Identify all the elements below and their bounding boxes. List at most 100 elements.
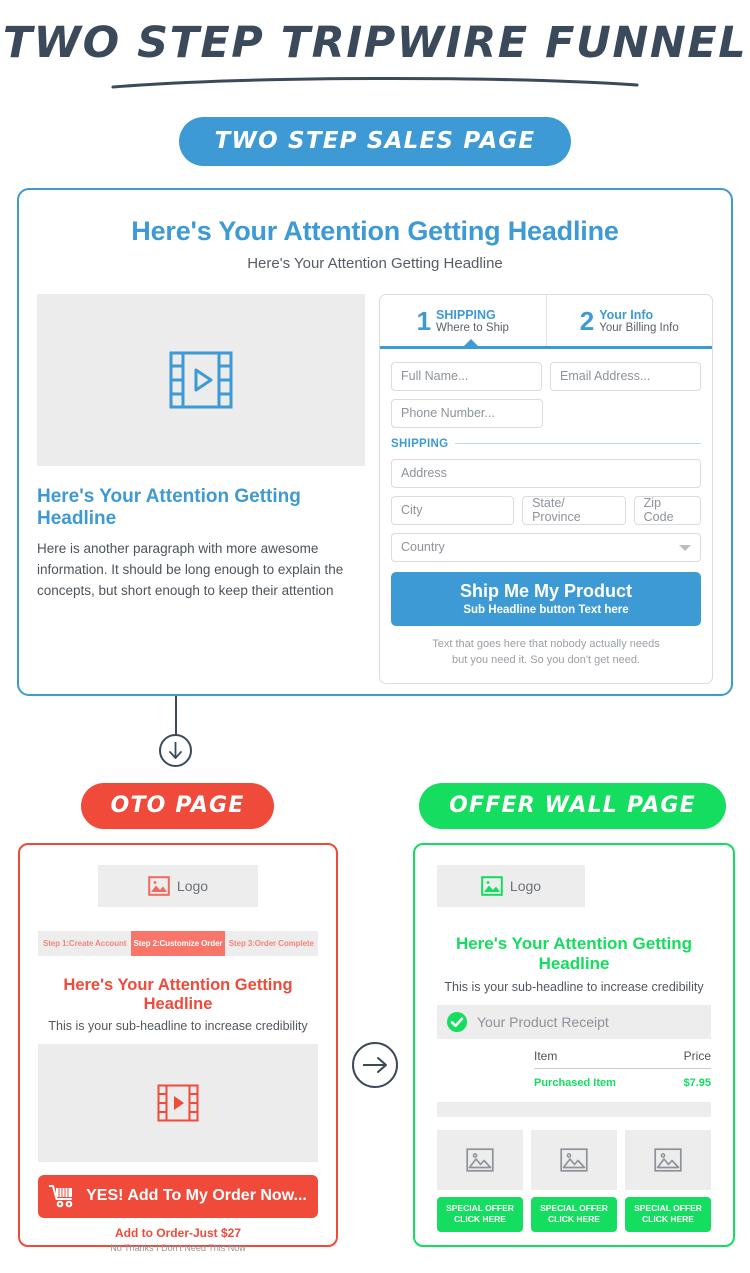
table-cell-item: Purchased Item: [534, 1077, 616, 1089]
offer-wall-page-card: Logo Here's Your Attention Getting Headl…: [413, 843, 735, 1247]
tab-your-info-title: Your Info: [599, 308, 654, 322]
tab-your-info-number: 2: [579, 305, 595, 336]
offer-tile-3-image: [625, 1130, 711, 1190]
badge-oto-page: OTO PAGE: [80, 783, 275, 829]
offer-tile-2-line1: SPECIAL OFFER: [540, 1203, 608, 1213]
title-underline-decoration: [111, 77, 639, 89]
sales-headline: Here's Your Attention Getting Headline: [131, 216, 619, 246]
two-step-sales-page-card: Here's Your Attention Getting Headline H…: [17, 188, 733, 696]
film-play-icon: [157, 1084, 199, 1122]
wall-headline: Here's Your Attention Getting Headline: [455, 934, 693, 973]
order-form: 1 SHIPPING Where to Ship 2 Your Info You…: [379, 294, 713, 684]
image-placeholder-icon: [466, 1148, 494, 1172]
state-input[interactable]: State/ Province: [522, 495, 626, 525]
sales-subheadline: Here's Your Attention Getting Headline: [247, 255, 503, 272]
country-select-wrapper: Country: [391, 532, 701, 562]
wall-logo: Logo: [437, 865, 585, 907]
tab-shipping-subtitle: Where to Ship: [436, 322, 509, 334]
oto-headline: Here's Your Attention Getting Headline: [63, 976, 293, 1013]
image-placeholder-icon: [654, 1148, 682, 1172]
oto-cta-label: YES! Add To My Order Now...: [86, 1187, 307, 1204]
offer-tiles: SPECIAL OFFER CLICK HERE SPECIAL OFFER C…: [437, 1130, 711, 1233]
offer-tile-3-line1: SPECIAL OFFER: [634, 1203, 702, 1213]
wall-logo-label: Logo: [509, 878, 542, 894]
offer-tile-2-button[interactable]: SPECIAL OFFER CLICK HERE: [531, 1197, 617, 1233]
wall-subheadline: This is your sub-headline to increase cr…: [444, 980, 704, 994]
oto-logo: Logo: [98, 865, 258, 907]
connector-line-vertical: [175, 696, 177, 736]
fine-print-line-1: Text that goes here that nobody actually…: [432, 637, 660, 650]
offer-tile-1-line1: SPECIAL OFFER: [446, 1203, 514, 1213]
shopping-cart-icon: [49, 1185, 73, 1208]
email-input[interactable]: Email Address...: [550, 361, 701, 391]
oto-step-bar: Step 1:Create Account Step 2:Customize O…: [38, 931, 318, 956]
receipt-filler-bar: [437, 1102, 711, 1117]
address-input[interactable]: Address: [391, 458, 701, 488]
sales-page-header: Here's Your Attention Getting Headline H…: [19, 190, 731, 272]
country-select[interactable]: Country: [391, 532, 701, 562]
offer-tile-1: SPECIAL OFFER CLICK HERE: [437, 1130, 523, 1233]
table-header-price: Price: [683, 1049, 711, 1063]
receipt-label: Your Product Receipt: [477, 1014, 609, 1030]
offer-tile-1-image: [437, 1130, 523, 1190]
image-placeholder-icon: [148, 876, 170, 896]
offer-tile-1-button[interactable]: SPECIAL OFFER CLICK HERE: [437, 1197, 523, 1233]
sales-left-headline: Here's Your Attention Getting Headline: [37, 486, 301, 529]
ship-me-my-product-button[interactable]: Ship Me My Product Sub Headline button T…: [391, 571, 701, 626]
full-name-input[interactable]: Full Name...: [391, 361, 542, 391]
video-placeholder[interactable]: [37, 294, 365, 466]
offer-tile-2-line2: CLICK HERE: [548, 1214, 600, 1225]
page-title: TWO STEP TRIPWIRE FUNNEL: [2, 18, 748, 68]
oto-subheadline: This is your sub-headline to increase cr…: [48, 1019, 308, 1033]
oto-add-to-order-button[interactable]: YES! Add To My Order Now...: [38, 1175, 318, 1218]
fine-print-line-2: but you need it. So you don't get need.: [451, 653, 641, 666]
oto-price-note[interactable]: Add to Order-Just $27: [38, 1226, 318, 1240]
offer-tile-3-button[interactable]: SPECIAL OFFER CLICK HERE: [625, 1197, 711, 1233]
table-cell-price: $7.95: [683, 1077, 711, 1089]
city-input[interactable]: City: [391, 495, 515, 525]
shipping-label-text: SHIPPING: [391, 437, 449, 450]
tab-your-info[interactable]: 2 Your Info Your Billing Info: [545, 295, 713, 346]
active-tab-indicator: [380, 338, 712, 349]
cta-subtitle: Sub Headline button Text here: [463, 603, 629, 616]
arrow-right-icon: [363, 1057, 387, 1073]
chevron-down-icon: [679, 544, 691, 551]
form-tabs: 1 SHIPPING Where to Ship 2 Your Info You…: [380, 295, 712, 346]
oto-step-1[interactable]: Step 1:Create Account: [38, 931, 132, 956]
phone-input[interactable]: Phone Number...: [391, 398, 543, 428]
oto-step-2[interactable]: Step 2:Customize Order: [131, 931, 225, 956]
form-fields: Full Name... Email Address... Phone Numb…: [380, 349, 712, 683]
oto-decline-link[interactable]: No Thanks I Don't Need This Now: [38, 1243, 318, 1253]
table-header-item: Item: [534, 1049, 558, 1063]
sales-page-body: Here's Your Attention Getting Headline H…: [19, 272, 731, 684]
badge-two-step-sales-page: TWO STEP SALES PAGE: [178, 117, 572, 167]
funnel-infographic: TWO STEP TRIPWIRE FUNNEL TWO STEP SALES …: [0, 0, 750, 1273]
receipt-table: Item Price Purchased Item $7.95: [437, 1049, 711, 1089]
sales-page-badge-row: TWO STEP SALES PAGE: [0, 117, 750, 167]
connector-down-node: [159, 734, 192, 767]
oto-step-3[interactable]: Step 3:Order Complete: [224, 931, 318, 956]
offer-tile-1-line2: CLICK HERE: [454, 1214, 506, 1225]
image-placeholder-icon: [481, 876, 503, 896]
tab-shipping-title: SHIPPING: [436, 308, 496, 322]
receipt-bar: Your Product Receipt: [437, 1005, 711, 1039]
cta-title: Ship Me My Product: [459, 580, 632, 601]
form-fine-print: Text that goes here that nobody actually…: [391, 637, 701, 669]
arrow-down-icon: [169, 742, 182, 759]
image-placeholder-icon: [560, 1148, 588, 1172]
tab-caret-icon: [464, 338, 478, 346]
badge-offer-wall-page: OFFER WALL PAGE: [419, 783, 726, 829]
tab-shipping-number: 1: [416, 305, 432, 336]
shipping-section-label: SHIPPING: [391, 438, 701, 450]
zip-input[interactable]: Zip Code: [633, 495, 702, 525]
check-circle-icon: [447, 1012, 467, 1032]
offer-tile-2-image: [531, 1130, 617, 1190]
oto-video-placeholder[interactable]: [38, 1044, 318, 1162]
tab-shipping[interactable]: 1 SHIPPING Where to Ship: [380, 295, 546, 346]
film-play-icon: [169, 351, 233, 409]
offer-tile-3: SPECIAL OFFER CLICK HERE: [625, 1130, 711, 1233]
offer-tile-2: SPECIAL OFFER CLICK HERE: [531, 1130, 617, 1233]
table-header-row: Item Price: [534, 1049, 711, 1069]
offer-wall-badge-row: OFFER WALL PAGE: [395, 783, 750, 829]
sales-left-paragraph: Here is another paragraph with more awes…: [37, 541, 344, 598]
